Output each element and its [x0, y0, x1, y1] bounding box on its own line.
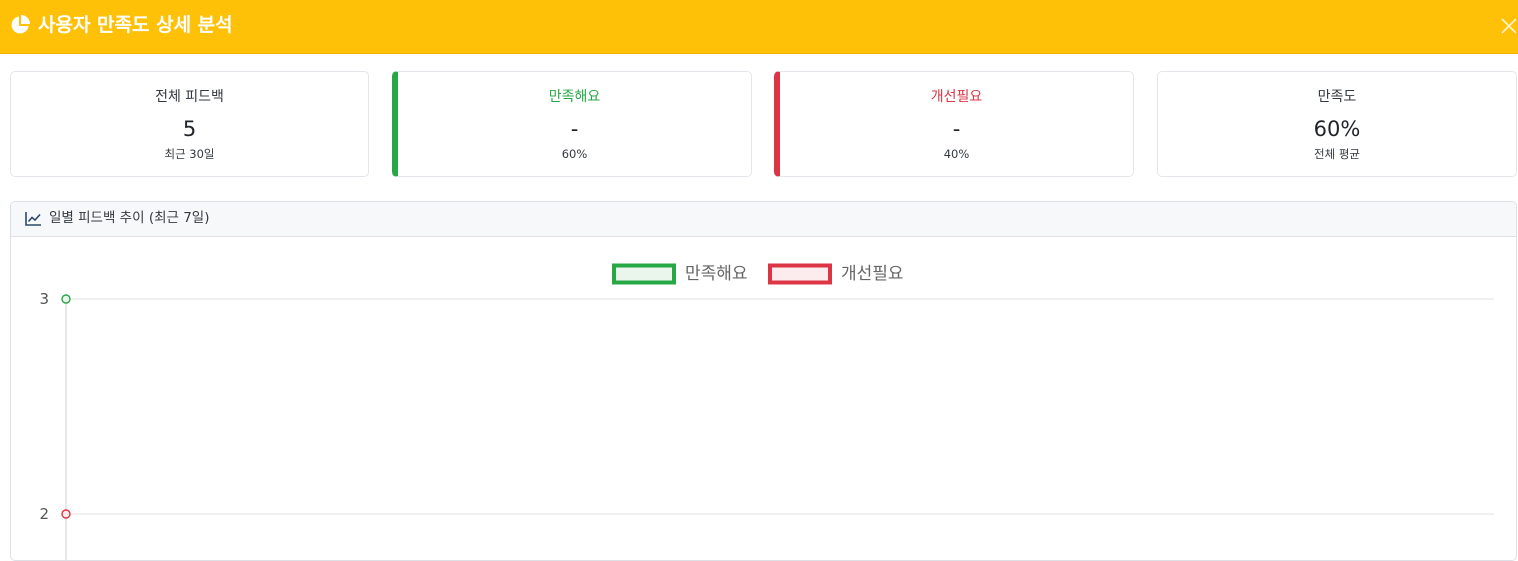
- legend-swatch: [768, 263, 832, 285]
- stat-sub: 최근 30일: [164, 147, 215, 161]
- close-icon[interactable]: [1500, 17, 1518, 35]
- stat-card-satisfaction: 만족도 60% 전체 평균: [1157, 71, 1517, 177]
- modal-header: 사용자 만족도 상세 분석: [0, 0, 1518, 54]
- legend-item: 만족해요: [612, 263, 748, 285]
- legend-label: 개선필요: [841, 264, 904, 284]
- stat-title: 전체 피드백: [155, 89, 224, 105]
- trend-chart: 3 2 만족해요 개선필요: [39, 263, 1494, 560]
- modal-title: 사용자 만족도 상세 분석: [38, 14, 233, 36]
- stat-value: -: [952, 117, 961, 141]
- stat-title: 개선필요: [930, 89, 983, 105]
- legend-label: 만족해요: [685, 264, 748, 284]
- stat-sub: 40%: [943, 147, 970, 161]
- stat-value: -: [570, 117, 579, 141]
- data-point: [61, 509, 71, 519]
- pie-chart-icon: [11, 15, 30, 34]
- stat-title: 만족해요: [548, 89, 601, 105]
- y-tick-label: 3: [39, 290, 49, 308]
- stat-card-satisfied: 만족해요 - 60%: [392, 71, 752, 177]
- stat-sub: 60%: [561, 147, 588, 161]
- stat-card-total: 전체 피드백 5 최근 30일: [10, 71, 369, 177]
- stat-sub: 전체 평균: [1314, 147, 1360, 161]
- y-tick-label: 2: [39, 505, 49, 523]
- data-point: [61, 294, 71, 304]
- stat-value: 5: [182, 117, 197, 141]
- legend-swatch: [612, 263, 676, 285]
- stat-title: 만족도: [1317, 89, 1357, 105]
- legend-item: 개선필요: [768, 263, 904, 285]
- trend-panel: 일별 피드백 추이 (최근 7일) 3 2 만족해요 개선필요: [10, 201, 1517, 561]
- stat-card-needs-improvement: 개선필요 - 40%: [774, 71, 1134, 177]
- stat-value: 60%: [1313, 117, 1361, 141]
